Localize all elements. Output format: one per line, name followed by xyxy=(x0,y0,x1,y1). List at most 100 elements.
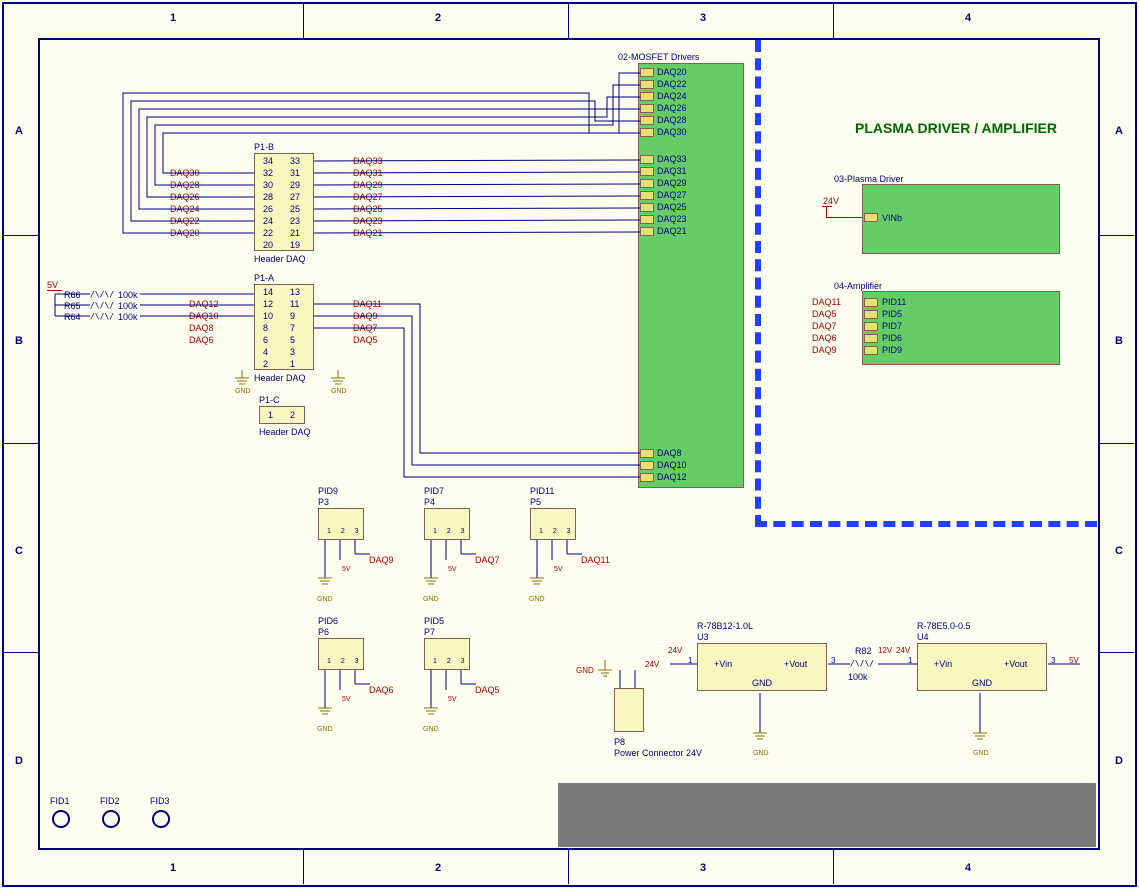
fid1-label: FID1 xyxy=(50,796,70,806)
pid-ref: P3 xyxy=(318,497,329,507)
pid-block xyxy=(424,638,470,670)
port xyxy=(640,68,654,77)
amp-net: DAQ5 xyxy=(812,309,837,319)
pin: 8 xyxy=(263,323,268,333)
p8-ref: P8 xyxy=(614,737,625,747)
net: DAQ23 xyxy=(353,216,383,226)
tick xyxy=(4,443,38,444)
pid-title: PID9 xyxy=(318,486,338,496)
net: DAQ31 xyxy=(353,168,383,178)
plasma-port-lbl: VINb xyxy=(882,213,902,223)
col-3-top: 3 xyxy=(700,12,706,24)
p8-block xyxy=(614,688,644,732)
p8-name: Power Connector 24V xyxy=(614,748,702,758)
amp-title: 04-Amplifier xyxy=(834,281,882,291)
port xyxy=(640,179,654,188)
pin: 2 xyxy=(290,410,295,420)
tick xyxy=(1100,652,1134,653)
port xyxy=(864,322,878,331)
port xyxy=(640,104,654,113)
port xyxy=(864,346,878,355)
row-c-right: C xyxy=(1115,545,1123,557)
net: DAQ9 xyxy=(353,311,378,321)
page-title: PLASMA DRIVER / AMPLIFIER xyxy=(855,120,1057,136)
amp-port-lbl: PID7 xyxy=(882,321,902,331)
port-lbl: DAQ23 xyxy=(657,214,687,224)
fid3-circle xyxy=(152,810,170,828)
pid-ref: P7 xyxy=(424,627,435,637)
port-lbl: DAQ31 xyxy=(657,166,687,176)
net: DAQ22 xyxy=(170,216,200,226)
net: DAQ12 xyxy=(189,299,219,309)
pid-wires xyxy=(421,540,511,600)
pin: 1 xyxy=(268,410,273,420)
pin: 2 xyxy=(263,359,268,369)
port-lbl: DAQ20 xyxy=(657,67,687,77)
port-lbl: DAQ12 xyxy=(657,472,687,482)
col-4-bot: 4 xyxy=(965,862,971,874)
pid-title: PID5 xyxy=(424,616,444,626)
rval: 100k xyxy=(118,290,138,300)
tick xyxy=(568,850,569,884)
amp-port-lbl: PID9 xyxy=(882,345,902,355)
pid-block xyxy=(424,508,470,540)
wire xyxy=(826,217,862,218)
col-3-bot: 3 xyxy=(700,862,706,874)
col-1-bot: 1 xyxy=(170,862,176,874)
port-lbl: DAQ29 xyxy=(657,178,687,188)
port xyxy=(640,473,654,482)
dashed-vline xyxy=(755,40,761,527)
pid-title: PID6 xyxy=(318,616,338,626)
pid-wires xyxy=(315,540,405,600)
wire xyxy=(47,290,62,291)
power-wires xyxy=(660,640,1090,700)
amp-net: DAQ7 xyxy=(812,321,837,331)
mosfet-title: 02-MOSFET Drivers xyxy=(618,52,699,62)
r64: R64 xyxy=(64,312,81,322)
net: DAQ5 xyxy=(353,335,378,345)
p1c-block xyxy=(259,406,305,424)
p1b-name: Header DAQ xyxy=(254,254,306,264)
p1b-ref: P1-B xyxy=(254,142,274,152)
port-lbl: DAQ8 xyxy=(657,448,682,458)
tick xyxy=(1100,235,1134,236)
gnd-label: GND xyxy=(331,388,347,395)
pin: 14 xyxy=(263,287,273,297)
lbl-gnd: GND xyxy=(753,750,769,757)
rval: 100k xyxy=(118,301,138,311)
col-4-top: 4 xyxy=(965,12,971,24)
row-a-right: A xyxy=(1115,125,1123,137)
pid-wires xyxy=(421,670,511,730)
pin: 6 xyxy=(263,335,268,345)
pin: 20 xyxy=(263,240,273,250)
row-d-right: D xyxy=(1115,755,1123,767)
pin: 22 xyxy=(263,228,273,238)
pins: 1 2 3 xyxy=(327,658,363,665)
net: DAQ7 xyxy=(353,323,378,333)
net: DAQ10 xyxy=(189,311,219,321)
row-d-left: D xyxy=(15,755,23,767)
gnd-label: GND xyxy=(235,388,251,395)
pid-wires xyxy=(527,540,617,600)
pin: 13 xyxy=(290,287,300,297)
amp-port-lbl: PID6 xyxy=(882,333,902,343)
p8-wires xyxy=(590,660,660,690)
net: DAQ33 xyxy=(353,156,383,166)
port xyxy=(640,203,654,212)
pin: 29 xyxy=(290,180,300,190)
tick xyxy=(4,652,38,653)
amp-net: DAQ6 xyxy=(812,333,837,343)
port-lbl: DAQ27 xyxy=(657,190,687,200)
amp-net: DAQ11 xyxy=(812,297,841,307)
port xyxy=(864,213,878,222)
row-b-left: B xyxy=(15,335,23,347)
inner-frame xyxy=(38,38,1100,850)
pid-ref: P5 xyxy=(530,497,541,507)
pin: 34 xyxy=(263,156,273,166)
net-5v: 5V xyxy=(47,280,58,290)
pin: 5 xyxy=(290,335,295,345)
net: DAQ28 xyxy=(170,180,200,190)
pid-block xyxy=(318,638,364,670)
col-2-bot: 2 xyxy=(435,862,441,874)
port xyxy=(640,215,654,224)
